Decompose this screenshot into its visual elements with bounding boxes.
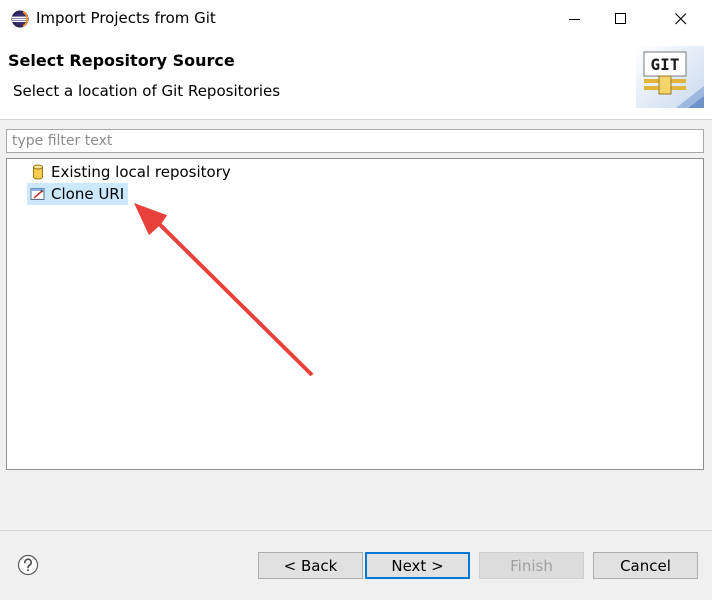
git-banner-icon: GIT (636, 46, 704, 108)
back-button[interactable]: < Back (258, 552, 363, 579)
cancel-button[interactable]: Cancel (593, 552, 698, 579)
filter-input[interactable] (6, 129, 704, 153)
maximize-icon (615, 13, 626, 24)
tree-item-existing-local-repository[interactable]: Existing local repository (27, 161, 235, 183)
wizard-footer: < Back Next > Finish Cancel (0, 531, 712, 600)
repository-source-tree[interactable]: Existing local repository Clone URI (6, 158, 704, 470)
repository-icon (30, 164, 46, 180)
tree-item-label: Existing local repository (51, 163, 231, 181)
tree-item-clone-uri[interactable]: Clone URI (27, 183, 129, 205)
close-button[interactable] (658, 0, 704, 38)
help-icon[interactable] (17, 554, 39, 576)
close-icon (675, 13, 687, 25)
page-title: Select Repository Source (8, 51, 235, 70)
finish-button: Finish (479, 552, 584, 579)
wizard-header: Select Repository Source Select a locati… (0, 38, 712, 119)
next-button[interactable]: Next > (365, 552, 470, 579)
window-title: Import Projects from Git (36, 9, 216, 27)
wizard-content: Existing local repository Clone URI (0, 120, 712, 530)
git-banner-text: GIT (651, 55, 680, 74)
tree-item-label: Clone URI (51, 185, 125, 203)
page-description: Select a location of Git Repositories (13, 82, 281, 100)
maximize-button[interactable] (598, 0, 644, 38)
clone-uri-icon (30, 186, 46, 202)
title-bar: Import Projects from Git (0, 0, 712, 38)
minimize-icon (569, 19, 580, 20)
minimize-button[interactable] (552, 0, 598, 38)
eclipse-icon (11, 10, 29, 28)
